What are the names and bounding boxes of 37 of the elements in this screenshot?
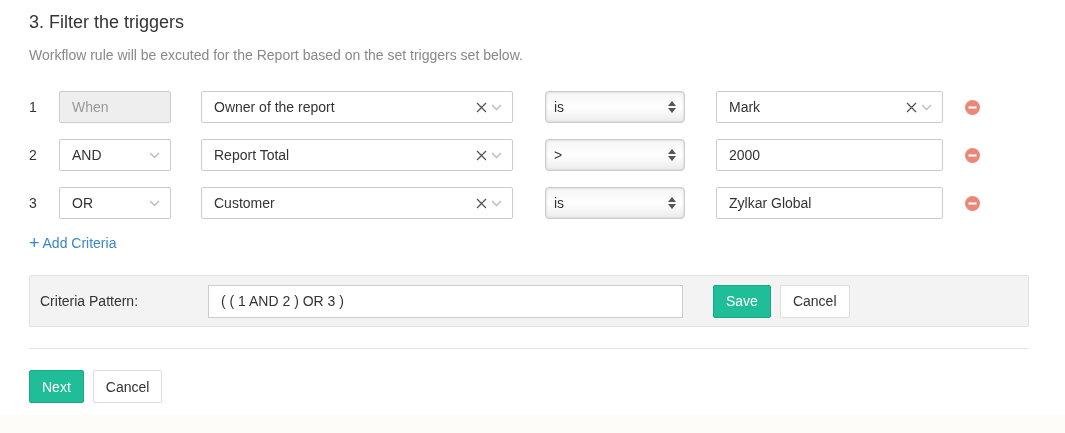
row-number: 3: [29, 195, 38, 211]
row-number: 2: [29, 147, 38, 163]
chevron-down-icon: [491, 151, 502, 159]
row-number: 1: [29, 99, 38, 115]
cancel-button[interactable]: Cancel: [92, 370, 163, 403]
section-title: 3. Filter the triggers: [29, 12, 186, 33]
operator-select[interactable]: is: [545, 187, 685, 219]
clear-icon[interactable]: [906, 101, 917, 113]
chevron-down-icon: [921, 103, 932, 111]
chevron-down-icon: [149, 151, 160, 159]
remove-icon[interactable]: [965, 99, 980, 115]
description-text: Workflow rule will be excuted for the Report based on the set triggers set below.: [29, 47, 524, 63]
chevron-down-icon: [149, 199, 160, 207]
add-criteria-link[interactable]: + Add Criteria: [29, 235, 117, 251]
value-input[interactable]: Zylkar Global: [716, 187, 943, 219]
cancel-button[interactable]: Cancel: [779, 284, 850, 318]
up-down-arrows-icon: [668, 197, 676, 209]
value-input[interactable]: 2000: [716, 139, 943, 171]
remove-icon[interactable]: [965, 195, 980, 211]
chevron-down-icon: [491, 103, 502, 111]
up-down-arrows-icon: [668, 149, 676, 161]
operator-select[interactable]: is: [545, 91, 685, 123]
criteria-pattern-input[interactable]: ( ( 1 AND 2 ) OR 3 ): [208, 284, 683, 318]
clear-icon[interactable]: [476, 149, 487, 161]
connector-select[interactable]: AND: [59, 139, 171, 171]
field-select[interactable]: Customer: [201, 187, 513, 219]
clear-icon[interactable]: [476, 101, 487, 113]
up-down-arrows-icon: [668, 101, 676, 113]
value-select[interactable]: Mark: [716, 91, 943, 123]
connector-select[interactable]: OR: [59, 187, 171, 219]
remove-icon[interactable]: [965, 147, 980, 163]
field-select[interactable]: Owner of the report: [201, 91, 513, 123]
operator-select[interactable]: >: [545, 139, 685, 171]
criteria-pattern-label: Criteria Pattern:: [40, 293, 140, 309]
clear-icon[interactable]: [476, 197, 487, 209]
chevron-down-icon: [491, 199, 502, 207]
field-select[interactable]: Report Total: [201, 139, 513, 171]
